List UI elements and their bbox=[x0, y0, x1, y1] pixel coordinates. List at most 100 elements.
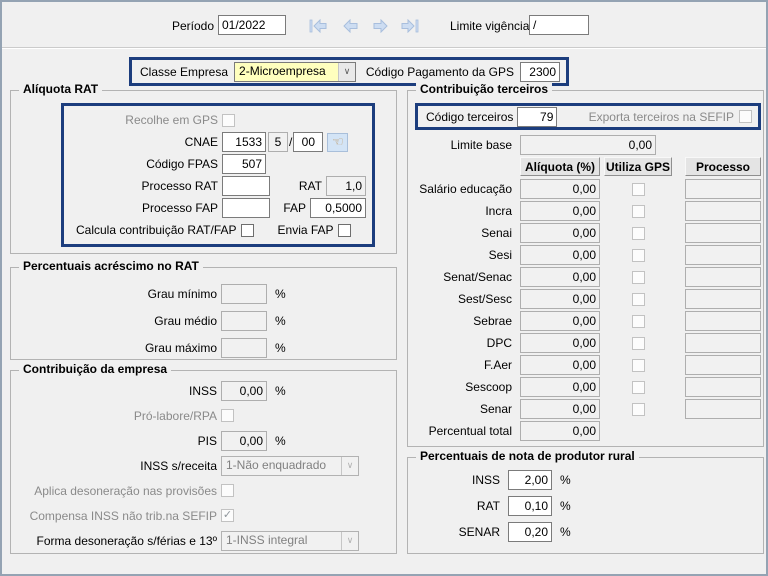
percentual-total-input[interactable] bbox=[520, 421, 600, 441]
terceiros-row: Sest/Sesc bbox=[408, 288, 763, 310]
terceiros-aliquota-input[interactable] bbox=[520, 377, 600, 397]
calcula-rat-fap-checkbox[interactable] bbox=[241, 224, 254, 237]
inss-label: INSS bbox=[11, 384, 221, 398]
periodo-input[interactable] bbox=[218, 15, 286, 35]
nav-first-button[interactable] bbox=[306, 16, 330, 36]
terceiros-processo-input[interactable] bbox=[685, 201, 761, 221]
terceiros-processo-input[interactable] bbox=[685, 333, 761, 353]
percent-label: % bbox=[275, 384, 286, 398]
rat-input[interactable] bbox=[326, 176, 366, 196]
forma-desoneracao-select[interactable]: 1-INSS integral ∨ bbox=[221, 531, 359, 551]
percentuais-rat-title: Percentuais acréscimo no RAT bbox=[19, 259, 203, 273]
terceiros-processo-input[interactable] bbox=[685, 245, 761, 265]
exporta-terceiros-label: Exporta terceiros na SEFIP bbox=[589, 110, 734, 124]
limite-base-input[interactable] bbox=[520, 135, 656, 155]
utiliza-gps-checkbox[interactable] bbox=[632, 271, 645, 284]
produtor-rural-rows: INSS%RAT%SENAR% bbox=[408, 467, 763, 545]
prolabore-checkbox[interactable] bbox=[221, 409, 234, 422]
terceiros-processo-input[interactable] bbox=[685, 223, 761, 243]
grau-rows: Grau mínimo%Grau médio%Grau máximo% bbox=[11, 280, 396, 361]
terceiros-processo-input[interactable] bbox=[685, 267, 761, 287]
utiliza-gps-checkbox[interactable] bbox=[632, 205, 645, 218]
terceiros-aliquota-input[interactable] bbox=[520, 399, 600, 419]
terceiros-aliquota-input[interactable] bbox=[520, 179, 600, 199]
codigo-fpas-label: Código FPAS bbox=[64, 157, 222, 171]
terceiros-aliquota-input[interactable] bbox=[520, 245, 600, 265]
cnae-browse-button[interactable]: ☜ bbox=[327, 133, 348, 152]
pis-input[interactable] bbox=[221, 431, 267, 451]
produtor-rural-input[interactable] bbox=[508, 470, 552, 490]
utiliza-gps-checkbox[interactable] bbox=[632, 381, 645, 394]
nav-prev-icon bbox=[342, 19, 359, 33]
recolhe-gps-row: Recolhe em GPS bbox=[64, 109, 372, 131]
terceiros-processo-input[interactable] bbox=[685, 179, 761, 199]
terceiros-processo-input[interactable] bbox=[685, 289, 761, 309]
classe-empresa-value: 2-Microempresa bbox=[235, 63, 338, 81]
terceiros-aliquota-input[interactable] bbox=[520, 333, 600, 353]
utiliza-gps-checkbox[interactable] bbox=[632, 315, 645, 328]
utiliza-gps-checkbox[interactable] bbox=[632, 337, 645, 350]
terceiros-row: Incra bbox=[408, 200, 763, 222]
classe-empresa-select[interactable]: 2-Microempresa ∨ bbox=[234, 62, 356, 82]
utiliza-gps-cell bbox=[604, 337, 672, 350]
processo-fap-input[interactable] bbox=[222, 198, 270, 218]
inss-row: INSS % bbox=[11, 378, 396, 403]
compensa-inss-checkbox[interactable]: ✓ bbox=[221, 509, 234, 522]
grau-input[interactable] bbox=[221, 338, 267, 358]
codigo-terceiros-input[interactable] bbox=[517, 107, 557, 127]
limite-vigencia-input[interactable] bbox=[529, 15, 589, 35]
aplica-desoneracao-checkbox[interactable] bbox=[221, 484, 234, 497]
produtor-rural-row: INSS% bbox=[408, 467, 763, 493]
cnae-input[interactable] bbox=[222, 132, 266, 152]
terceiros-aliquota-input[interactable] bbox=[520, 311, 600, 331]
chevron-down-icon: ∨ bbox=[341, 532, 358, 550]
recolhe-gps-checkbox[interactable] bbox=[222, 114, 235, 127]
cnae-sufixo-input[interactable] bbox=[293, 132, 323, 152]
nav-last-icon bbox=[401, 19, 419, 33]
fap-input[interactable] bbox=[310, 198, 366, 218]
produtor-rural-input[interactable] bbox=[508, 522, 552, 542]
prolabore-label: Pró-labore/RPA bbox=[11, 409, 221, 423]
limite-base-label: Limite base bbox=[408, 138, 516, 152]
contribuicao-terceiros-group: Contribuição terceiros Código terceiros … bbox=[407, 90, 764, 447]
utiliza-gps-checkbox[interactable] bbox=[632, 249, 645, 262]
terceiros-row-label: Senai bbox=[408, 226, 516, 240]
utiliza-gps-checkbox[interactable] bbox=[632, 403, 645, 416]
terceiros-processo-input[interactable] bbox=[685, 311, 761, 331]
aplica-desoneracao-label: Aplica desoneração nas provisões bbox=[11, 484, 221, 498]
terceiros-row-label: Sesi bbox=[408, 248, 516, 262]
terceiros-processo-input[interactable] bbox=[685, 399, 761, 419]
envia-fap-checkbox[interactable] bbox=[338, 224, 351, 237]
terceiros-aliquota-input[interactable] bbox=[520, 201, 600, 221]
nav-prev-button[interactable] bbox=[338, 16, 362, 36]
utiliza-gps-checkbox[interactable] bbox=[632, 227, 645, 240]
utiliza-gps-checkbox[interactable] bbox=[632, 183, 645, 196]
terceiros-aliquota-input[interactable] bbox=[520, 289, 600, 309]
percent-label: % bbox=[560, 473, 571, 487]
terceiros-row-label: F.Aer bbox=[408, 358, 516, 372]
terceiros-aliquota-input[interactable] bbox=[520, 223, 600, 243]
grau-input[interactable] bbox=[221, 311, 267, 331]
terceiros-aliquota-input[interactable] bbox=[520, 355, 600, 375]
exporta-terceiros-checkbox[interactable] bbox=[739, 110, 752, 123]
terceiros-processo-input[interactable] bbox=[685, 377, 761, 397]
grau-row: Grau médio% bbox=[11, 307, 396, 334]
inss-receita-select[interactable]: 1-Não enquadrado ∨ bbox=[221, 456, 359, 476]
produtor-rural-row: RAT% bbox=[408, 493, 763, 519]
processo-rat-input[interactable] bbox=[222, 176, 270, 196]
utiliza-gps-cell bbox=[604, 293, 672, 306]
cnae-digit-input[interactable] bbox=[268, 132, 288, 152]
produtor-rural-input[interactable] bbox=[508, 496, 552, 516]
envia-fap-label: Envia FAP bbox=[278, 223, 334, 237]
utiliza-gps-checkbox[interactable] bbox=[632, 359, 645, 372]
inss-input[interactable] bbox=[221, 381, 267, 401]
terceiros-aliquota-input[interactable] bbox=[520, 267, 600, 287]
terceiros-processo-input[interactable] bbox=[685, 355, 761, 375]
grau-input[interactable] bbox=[221, 284, 267, 304]
nav-last-button[interactable] bbox=[398, 16, 422, 36]
codigo-fpas-input[interactable] bbox=[222, 154, 266, 174]
nav-next-button[interactable] bbox=[368, 16, 392, 36]
processo-rat-label: Processo RAT bbox=[64, 179, 222, 193]
utiliza-gps-checkbox[interactable] bbox=[632, 293, 645, 306]
codigo-gps-input[interactable] bbox=[520, 62, 560, 82]
